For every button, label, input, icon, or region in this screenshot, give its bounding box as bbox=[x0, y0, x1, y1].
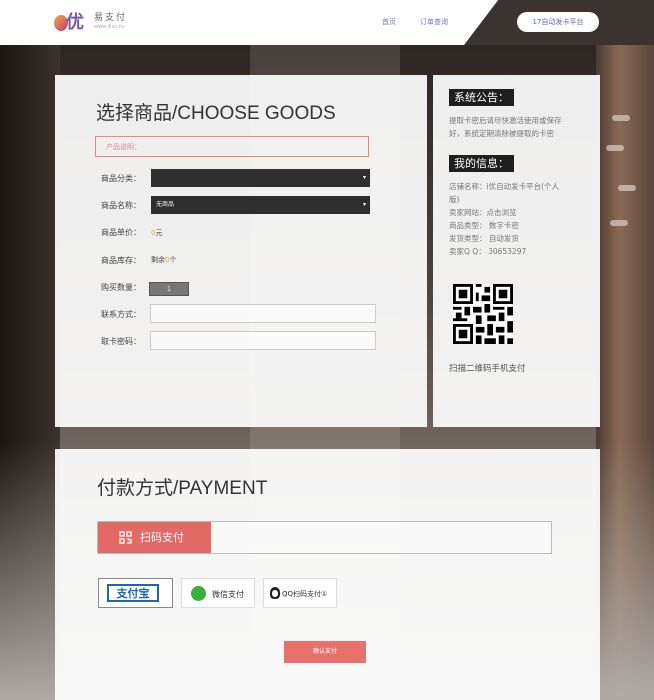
announcement-heading: 系统公告： bbox=[449, 89, 514, 106]
info-line: 店铺名称：i优自动发卡平台(个人 bbox=[449, 182, 560, 191]
alipay-logo-icon: 支付宝 bbox=[107, 584, 159, 602]
product-description-box: 产品说明： bbox=[95, 136, 369, 157]
price-label: 商品单价： bbox=[101, 228, 141, 237]
nav-home-link[interactable]: 首页 bbox=[382, 17, 396, 27]
price-value: 0元 bbox=[151, 229, 163, 237]
announcement-line-2: 好，系统定期清除被提取的卡密 bbox=[449, 129, 554, 138]
stock-value: 剩余0个 bbox=[151, 256, 177, 264]
choose-goods-panel: 选择商品/CHOOSE GOODS 产品说明： 商品分类： ▾ 商品名称： 无商… bbox=[55, 75, 427, 427]
quantity-input[interactable]: 1 bbox=[149, 282, 189, 296]
card-password-label: 取卡密码： bbox=[101, 337, 141, 346]
chevron-down-icon: ▾ bbox=[362, 201, 366, 208]
goods-title: 选择商品/CHOOSE GOODS bbox=[96, 103, 336, 124]
logo-name: 易支付 bbox=[94, 13, 128, 23]
announcement-line-1: 提取卡密后请尽快激活使用或保存 bbox=[449, 116, 562, 125]
top-header: 优 易支付 www.ilisu.ru 首页 订单查询 17自动发卡平台 bbox=[0, 0, 654, 45]
chevron-down-icon: ▾ bbox=[362, 174, 366, 181]
qr-code-icon bbox=[453, 284, 513, 344]
product-name-select[interactable]: 无商品 ▾ bbox=[151, 196, 370, 214]
qq-pay-option[interactable]: QQ扫码支付① bbox=[263, 578, 337, 608]
my-info-heading: 我的信息： bbox=[449, 155, 514, 172]
qq-pay-label: QQ扫码支付① bbox=[282, 590, 328, 598]
confirm-payment-button[interactable]: 确认支付 bbox=[284, 641, 366, 663]
payment-title: 付款方式/PAYMENT bbox=[97, 478, 268, 499]
qr-scan-icon bbox=[119, 531, 132, 544]
info-side-panel: 系统公告： 提取卡密后请尽快激活使用或保存 好，系统定期清除被提取的卡密 我的信… bbox=[433, 75, 600, 427]
wechat-icon bbox=[191, 586, 206, 601]
qq-penguin-icon bbox=[270, 587, 280, 599]
site-logo[interactable]: 优 易支付 www.ilisu.ru bbox=[54, 13, 127, 33]
nav-orders-link[interactable]: 订单查询 bbox=[420, 17, 448, 27]
category-label: 商品分类： bbox=[101, 174, 141, 183]
alipay-option[interactable]: 支付宝 bbox=[98, 578, 173, 608]
tab-scan-pay[interactable]: 扫码支付 bbox=[98, 522, 211, 553]
tab-scan-pay-label: 扫码支付 bbox=[140, 531, 184, 544]
payment-panel: 付款方式/PAYMENT 扫码支付 支付宝 微信支付 QQ扫码支付① 确认支付 bbox=[55, 449, 600, 700]
product-name-value: 无商品 bbox=[156, 201, 175, 208]
quantity-label: 购买数量： bbox=[101, 283, 141, 292]
info-line: 商品类型： 数字卡密 bbox=[449, 221, 519, 230]
scan-to-pay-text: 扫描二维码手机支付 bbox=[449, 364, 526, 374]
wechat-pay-label: 微信支付 bbox=[212, 590, 244, 599]
logo-mark-icon: 优 bbox=[54, 13, 90, 33]
contact-input[interactable] bbox=[150, 304, 376, 323]
card-password-input[interactable] bbox=[150, 331, 376, 350]
category-select[interactable]: ▾ bbox=[151, 169, 370, 187]
stock-label: 商品库存： bbox=[101, 256, 141, 265]
platform-button[interactable]: 17自动发卡平台 bbox=[517, 12, 599, 32]
logo-subtitle: www.ilisu.ru bbox=[94, 24, 125, 30]
wechat-pay-option[interactable]: 微信支付 bbox=[181, 578, 255, 608]
payment-tabs: 扫码支付 bbox=[97, 521, 552, 554]
info-line: 发货类型： 自动发货 bbox=[449, 234, 519, 243]
info-line: 卖家Q Q： 30653297 bbox=[449, 247, 527, 256]
contact-label: 联系方式： bbox=[101, 310, 141, 319]
seller-website-link[interactable]: 卖家网站：点击浏览 bbox=[449, 206, 517, 219]
info-line: 版) bbox=[449, 195, 460, 204]
product-name-label: 商品名称： bbox=[101, 201, 141, 210]
